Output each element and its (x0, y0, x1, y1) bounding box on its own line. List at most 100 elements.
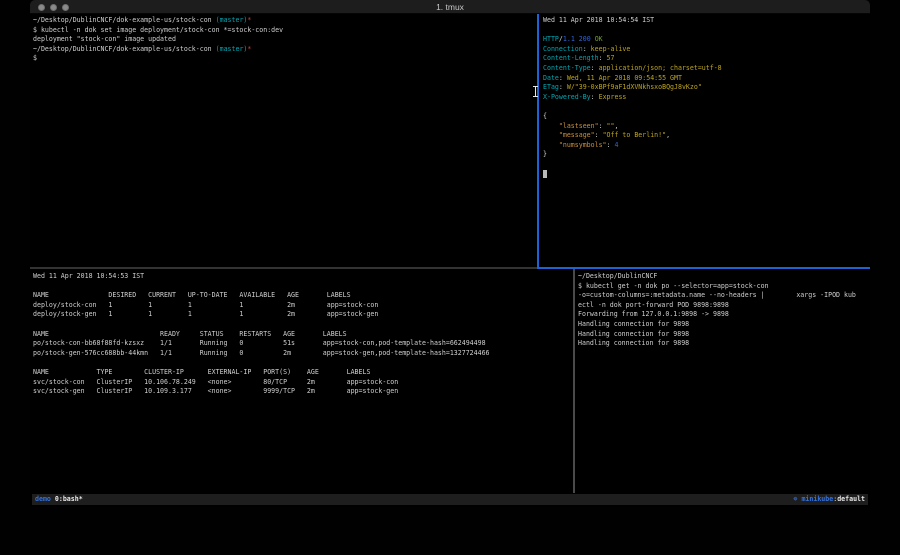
text-segment: Express (599, 93, 627, 101)
terminal-line: ectl -n dok port-forward POD 9898:9898 (578, 301, 870, 311)
terminal-line: Forwarding from 127.0.0.1:9898 -> 9898 (578, 310, 870, 320)
terminal-window: 1. tmux ~/Desktop/DublinCNCF/dok-example… (30, 0, 870, 507)
pane-kubectl-watch[interactable]: Wed 11 Apr 2018 10:54:53 IST NAME DESIRE… (30, 270, 572, 493)
terminal-line: } (543, 150, 870, 160)
text-segment: $ (33, 54, 37, 62)
text-segment: keep-alive (591, 45, 631, 53)
terminal-line: "numsymbols": 4 (543, 141, 870, 151)
text-segment: (master) (216, 16, 248, 24)
text-segment: : (559, 74, 567, 82)
terminal-line: "message": "Off to Berlin!", (543, 131, 870, 141)
window-label: 0:bash* (55, 495, 83, 503)
pane-shell-top-left[interactable]: ~/Desktop/DublinCNCF/dok-example-us/stoc… (30, 14, 537, 267)
text-segment: : (599, 54, 607, 62)
terminal-block-cursor (543, 170, 547, 178)
text-segment: Content-Length (543, 54, 599, 62)
text-segment: : (595, 131, 603, 139)
text-segment: $ kubectl -n dok set image deployment/st… (33, 26, 283, 34)
text-segment: Date (543, 74, 559, 82)
terminal-line: po/stock-con-bb68f88fd-kzsxz 1/1 Running… (33, 339, 572, 349)
terminal-line (543, 170, 870, 180)
screen: 1. tmux ~/Desktop/DublinCNCF/dok-example… (0, 0, 900, 555)
terminal-line: "lastseen": "", (543, 122, 870, 132)
text-segment: svc/stock-gen ClusterIP 10.109.3.177 <no… (33, 387, 398, 395)
text-segment: * (247, 16, 251, 24)
text-segment: : (583, 45, 591, 53)
status-left: demo 0:bash* (35, 494, 83, 505)
text-segment (543, 131, 559, 139)
terminal-line (33, 282, 572, 292)
text-segment: Handling connection for 9898 (578, 320, 689, 328)
text-segment: 200 (579, 35, 591, 43)
text-segment: ~/Desktop/DublinCNCF/dok-example-us/stoc… (33, 16, 216, 24)
terminal-line: $ kubectl -n dok set image deployment/st… (33, 26, 537, 36)
pane-border-horizontal-active[interactable] (537, 267, 870, 269)
terminal-line: Date: Wed, 11 Apr 2018 09:54:55 GMT (543, 74, 870, 84)
terminal-line: deploy/stock-con 1 1 1 1 2m app=stock-co… (33, 301, 572, 311)
terminal-line: HTTP/1.1 200 OK (543, 35, 870, 45)
pane-http-response[interactable]: Wed 11 Apr 2018 10:54:54 IST HTTP/1.1 20… (540, 14, 870, 267)
terminal-line (543, 102, 870, 112)
text-segment: , (615, 122, 619, 130)
text-segment: Content-Type (543, 64, 591, 72)
text-segment: po/stock-con-bb68f88fd-kzsxz 1/1 Running… (33, 339, 486, 347)
terminal-line: $ kubectl get -n dok po --selector=app=s… (578, 282, 870, 292)
kube-namespace: default (837, 495, 865, 503)
mouse-ibeam-cursor (533, 86, 538, 97)
tmux-status-bar: demo 0:bash* ☸ minikube:default (32, 494, 868, 505)
text-segment: po/stock-gen-576cc688bb-44kmn 1/1 Runnin… (33, 349, 490, 357)
text-segment: : (591, 93, 599, 101)
text-segment: X-Powered-By (543, 93, 591, 101)
terminal-line (33, 320, 572, 330)
terminal-line: Content-Length: 57 (543, 54, 870, 64)
text-segment: { (543, 112, 547, 120)
terminal-line (543, 160, 870, 170)
text-segment: "numsymbols" (559, 141, 607, 149)
terminal-line: Handling connection for 9898 (578, 330, 870, 340)
text-segment: ectl -n dok port-forward POD 9898:9898 (578, 301, 729, 309)
window-titlebar[interactable]: 1. tmux (30, 0, 870, 14)
terminal-line: NAME READY STATUS RESTARTS AGE LABELS (33, 330, 572, 340)
text-segment: Wed, 11 Apr 2018 09:54:55 GMT (567, 74, 682, 82)
text-segment: ~/Desktop/DublinCNCF (578, 272, 657, 280)
text-segment: NAME TYPE CLUSTER-IP EXTERNAL-IP PORT(S)… (33, 368, 370, 376)
terminal-line: NAME TYPE CLUSTER-IP EXTERNAL-IP PORT(S)… (33, 368, 572, 378)
terminal-line: Content-Type: application/json; charset=… (543, 64, 870, 74)
pane-border-vertical-active[interactable] (537, 14, 539, 268)
terminal-line: X-Powered-By: Express (543, 93, 870, 103)
terminal-line: ETag: W/"39-0xBPf9aF1dXVNkhsxoBQgJ8vKzo" (543, 83, 870, 93)
kube-context: minikube (797, 495, 833, 503)
text-segment: "" (607, 122, 615, 130)
text-segment: NAME READY STATUS RESTARTS AGE LABELS (33, 330, 347, 338)
text-segment: HTTP (543, 35, 559, 43)
text-segment: : (559, 83, 567, 91)
terminal-line: deploy/stock-gen 1 1 1 1 2m app=stock-ge… (33, 310, 572, 320)
text-segment: "Off to Berlin!" (603, 131, 667, 139)
terminal-line: svc/stock-gen ClusterIP 10.109.3.177 <no… (33, 387, 572, 397)
text-segment: Handling connection for 9898 (578, 339, 689, 347)
text-segment: Forwarding from 127.0.0.1:9898 -> 9898 (578, 310, 729, 318)
terminal-line: -o=custom-columns=:metadata.name --no-he… (578, 291, 870, 301)
tmux-pane-area: ~/Desktop/DublinCNCF/dok-example-us/stoc… (30, 14, 870, 494)
text-segment: "message" (559, 131, 595, 139)
text-segment: OK (595, 35, 603, 43)
terminal-line: svc/stock-con ClusterIP 10.106.78.249 <n… (33, 378, 572, 388)
pane-port-forward[interactable]: ~/Desktop/DublinCNCF $ kubectl get -n dok… (575, 270, 870, 493)
text-segment: Connection (543, 45, 583, 53)
terminal-line: ~/Desktop/DublinCNCF/dok-example-us/stoc… (33, 45, 537, 55)
text-segment: : (599, 122, 607, 130)
text-segment: 1.1 (563, 35, 575, 43)
text-segment (543, 141, 559, 149)
text-segment: * (247, 45, 251, 53)
text-segment: $ kubectl get -n dok po --selector=app=s… (578, 282, 769, 290)
text-segment: W/"39-0xBPf9aF1dXVNkhsxoBQgJ8vKzo" (567, 83, 702, 91)
text-segment: (master) (216, 45, 248, 53)
text-segment: 57 (607, 54, 615, 62)
pane-border-horizontal-inactive[interactable] (30, 267, 537, 269)
text-segment: deploy/stock-gen 1 1 1 1 2m app=stock-ge… (33, 310, 378, 318)
text-segment: Wed 11 Apr 2018 10:54:54 IST (543, 16, 654, 24)
text-segment: } (543, 150, 547, 158)
text-segment: ETag (543, 83, 559, 91)
text-segment: ~/Desktop/DublinCNCF/dok-example-us/stoc… (33, 45, 216, 53)
text-segment: svc/stock-con ClusterIP 10.106.78.249 <n… (33, 378, 398, 386)
